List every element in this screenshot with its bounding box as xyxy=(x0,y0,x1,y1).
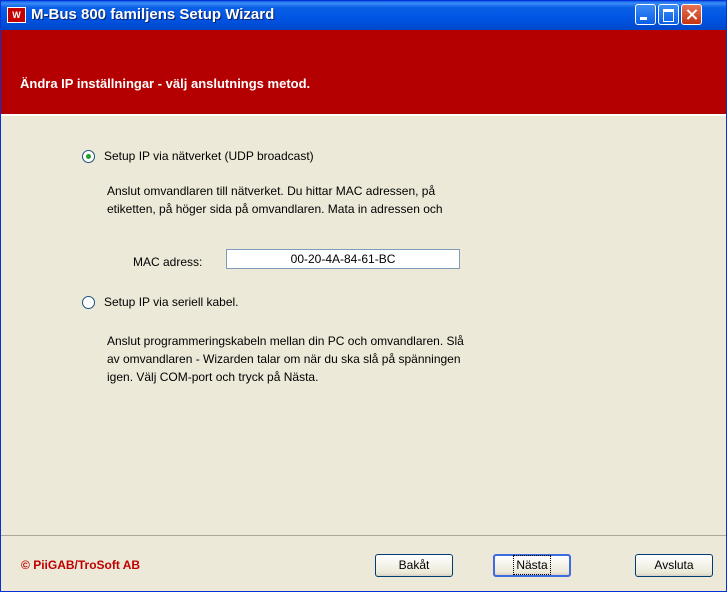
serial-desc-line: igen. Välj COM-port och tryck på Nästa. xyxy=(107,370,319,384)
wizard-header: Ändra IP inställningar - välj anslutning… xyxy=(1,30,726,116)
back-button[interactable]: Bakåt xyxy=(375,554,453,577)
exit-button-label: Avsluta xyxy=(654,558,694,572)
network-description: Anslut omvandlaren till nätverket. Du hi… xyxy=(107,182,443,218)
window-title: M-Bus 800 familjens Setup Wizard xyxy=(31,6,275,23)
setup-wizard-window: W M-Bus 800 familjens Setup Wizard Ändra… xyxy=(0,0,727,592)
mac-address-input[interactable] xyxy=(226,249,460,269)
app-icon: W xyxy=(7,7,26,23)
serial-desc-line: Anslut programmeringskabeln mellan din P… xyxy=(107,334,464,348)
close-button[interactable] xyxy=(681,4,702,25)
back-button-label: Bakåt xyxy=(398,558,430,572)
network-desc-line: etiketten, på höger sida på omvandlaren.… xyxy=(107,202,443,216)
wizard-content: Setup IP via nätverket (UDP broadcast) A… xyxy=(1,117,726,536)
serial-desc-line: av omvandlaren - Wizarden talar om när d… xyxy=(107,352,461,366)
serial-radio[interactable] xyxy=(82,295,95,309)
title-bar[interactable]: W M-Bus 800 familjens Setup Wizard xyxy=(1,1,726,30)
network-radio[interactable] xyxy=(82,149,95,163)
next-button-label: Nästa xyxy=(513,555,551,575)
wizard-footer: © PiiGAB/TroSoft AB Bakåt Nästa Avsluta xyxy=(1,536,726,591)
network-desc-line: Anslut omvandlaren till nätverket. Du hi… xyxy=(107,184,436,198)
serial-description: Anslut programmeringskabeln mellan din P… xyxy=(107,332,464,386)
maximize-button[interactable] xyxy=(658,4,679,25)
copyright-symbol: © xyxy=(21,558,30,572)
wizard-step-title: Ändra IP inställningar - välj anslutning… xyxy=(20,76,311,91)
brand-name: PiiGAB/TroSoft AB xyxy=(33,558,141,572)
brand-label: © PiiGAB/TroSoft AB xyxy=(21,558,140,572)
minimize-button[interactable] xyxy=(635,4,656,25)
network-option[interactable]: Setup IP via nätverket (UDP broadcast) xyxy=(82,149,314,163)
serial-option[interactable]: Setup IP via seriell kabel. xyxy=(82,295,239,309)
network-option-label[interactable]: Setup IP via nätverket (UDP broadcast) xyxy=(104,149,314,163)
exit-button[interactable]: Avsluta xyxy=(635,554,713,577)
serial-option-label[interactable]: Setup IP via seriell kabel. xyxy=(104,295,239,309)
next-button[interactable]: Nästa xyxy=(493,554,571,577)
mac-address-label: MAC adress: xyxy=(133,255,203,269)
